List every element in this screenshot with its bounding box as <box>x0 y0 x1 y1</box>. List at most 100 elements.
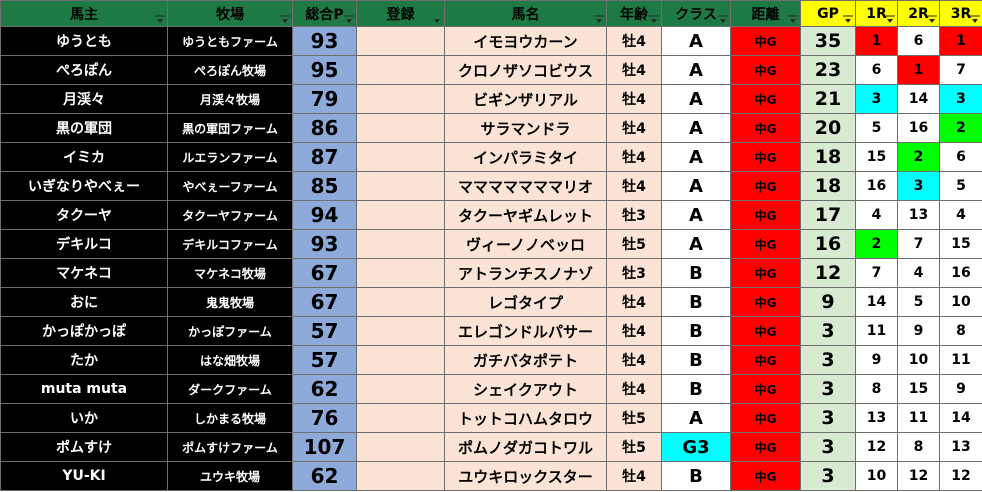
race1-rank-cell[interactable]: 16 <box>855 171 898 201</box>
horse-name-cell[interactable]: イモヨウカーン <box>444 26 607 56</box>
age-cell[interactable]: 牡4 <box>606 316 662 346</box>
total-points-cell[interactable]: 87 <box>292 142 357 172</box>
column-header-r2[interactable]: 2R <box>897 0 940 27</box>
horse-name-cell[interactable]: アトランチスノナゾ <box>444 258 607 288</box>
gp-cell[interactable]: 21 <box>800 84 856 114</box>
farm-cell[interactable]: 黒の軍団ファーム <box>167 113 293 143</box>
gp-cell[interactable]: 3 <box>800 316 856 346</box>
race1-rank-cell[interactable]: 4 <box>855 200 898 230</box>
race2-rank-cell[interactable]: 6 <box>897 26 940 56</box>
class-cell[interactable]: B <box>661 374 731 404</box>
age-cell[interactable]: 牡4 <box>606 55 662 85</box>
farm-cell[interactable]: 月渓々牧場 <box>167 84 293 114</box>
horse-name-cell[interactable]: シェイクアウト <box>444 374 607 404</box>
horse-name-cell[interactable]: エレゴンドルパサー <box>444 316 607 346</box>
class-cell[interactable]: B <box>661 287 731 317</box>
total-points-cell[interactable]: 93 <box>292 229 357 259</box>
age-cell[interactable]: 牡4 <box>606 374 662 404</box>
race1-rank-cell[interactable]: 11 <box>855 316 898 346</box>
farm-cell[interactable]: タクーヤファーム <box>167 200 293 230</box>
filter-dropdown-icon[interactable] <box>927 15 937 24</box>
horse-name-cell[interactable]: トットコハムタロウ <box>444 403 607 433</box>
filter-dropdown-icon[interactable] <box>843 15 853 24</box>
distance-cell[interactable]: 中G <box>730 287 801 317</box>
age-cell[interactable]: 牡4 <box>606 287 662 317</box>
horse-name-cell[interactable]: クロノザソコビウス <box>444 55 607 85</box>
race2-rank-cell[interactable]: 10 <box>897 345 940 375</box>
distance-cell[interactable]: 中G <box>730 142 801 172</box>
register-cell[interactable] <box>356 171 445 201</box>
distance-cell[interactable]: 中G <box>730 432 801 462</box>
owner-cell[interactable]: muta muta <box>0 374 168 404</box>
class-cell[interactable]: A <box>661 113 731 143</box>
total-points-cell[interactable]: 67 <box>292 258 357 288</box>
race3-rank-cell[interactable]: 9 <box>939 374 982 404</box>
race2-rank-cell[interactable]: 16 <box>897 113 940 143</box>
age-cell[interactable]: 牡4 <box>606 142 662 172</box>
race3-rank-cell[interactable]: 1 <box>939 26 982 56</box>
column-header-register[interactable]: 登録 <box>356 0 445 27</box>
column-header-class[interactable]: クラス <box>661 0 731 27</box>
column-header-age[interactable]: 年齢 <box>606 0 662 27</box>
filter-dropdown-icon[interactable] <box>280 15 290 24</box>
filter-dropdown-icon[interactable] <box>155 15 165 24</box>
class-cell[interactable]: A <box>661 403 731 433</box>
age-cell[interactable]: 牡4 <box>606 113 662 143</box>
gp-cell[interactable]: 17 <box>800 200 856 230</box>
total-points-cell[interactable]: 62 <box>292 374 357 404</box>
filter-dropdown-icon[interactable] <box>718 15 728 24</box>
race1-rank-cell[interactable]: 9 <box>855 345 898 375</box>
owner-cell[interactable]: ポムすけ <box>0 432 168 462</box>
race3-rank-cell[interactable]: 5 <box>939 171 982 201</box>
distance-cell[interactable]: 中G <box>730 461 801 491</box>
gp-cell[interactable]: 3 <box>800 403 856 433</box>
class-cell[interactable]: A <box>661 200 731 230</box>
race1-rank-cell[interactable]: 8 <box>855 374 898 404</box>
total-points-cell[interactable]: 62 <box>292 461 357 491</box>
column-header-distance[interactable]: 距離 <box>730 0 801 27</box>
race2-rank-cell[interactable]: 8 <box>897 432 940 462</box>
register-cell[interactable] <box>356 142 445 172</box>
race2-rank-cell[interactable]: 15 <box>897 374 940 404</box>
column-header-farm[interactable]: 牧場 <box>167 0 293 27</box>
horse-name-cell[interactable]: マママママママリオ <box>444 171 607 201</box>
distance-cell[interactable]: 中G <box>730 200 801 230</box>
age-cell[interactable]: 牡5 <box>606 432 662 462</box>
race3-rank-cell[interactable]: 10 <box>939 287 982 317</box>
horse-name-cell[interactable]: ヴィーノノベッロ <box>444 229 607 259</box>
age-cell[interactable]: 牡4 <box>606 26 662 56</box>
race1-rank-cell[interactable]: 1 <box>855 26 898 56</box>
farm-cell[interactable]: しかまる牧場 <box>167 403 293 433</box>
distance-cell[interactable]: 中G <box>730 26 801 56</box>
race1-rank-cell[interactable]: 7 <box>855 258 898 288</box>
total-points-cell[interactable]: 57 <box>292 316 357 346</box>
owner-cell[interactable]: たか <box>0 345 168 375</box>
class-cell[interactable]: A <box>661 55 731 85</box>
gp-cell[interactable]: 16 <box>800 229 856 259</box>
register-cell[interactable] <box>356 432 445 462</box>
horse-name-cell[interactable]: レゴタイプ <box>444 287 607 317</box>
filter-dropdown-icon[interactable] <box>970 15 980 24</box>
gp-cell[interactable]: 9 <box>800 287 856 317</box>
gp-cell[interactable]: 3 <box>800 345 856 375</box>
total-points-cell[interactable]: 94 <box>292 200 357 230</box>
farm-cell[interactable]: ダークファーム <box>167 374 293 404</box>
owner-cell[interactable]: YU-KI <box>0 461 168 491</box>
horse-name-cell[interactable]: インパラミタイ <box>444 142 607 172</box>
horse-name-cell[interactable]: ユウキロックスター <box>444 461 607 491</box>
register-cell[interactable] <box>356 229 445 259</box>
race3-rank-cell[interactable]: 7 <box>939 55 982 85</box>
owner-cell[interactable]: 黒の軍団 <box>0 113 168 143</box>
race3-rank-cell[interactable]: 4 <box>939 200 982 230</box>
race1-rank-cell[interactable]: 12 <box>855 432 898 462</box>
age-cell[interactable]: 牡4 <box>606 84 662 114</box>
farm-cell[interactable]: ユウキ牧場 <box>167 461 293 491</box>
register-cell[interactable] <box>356 200 445 230</box>
register-cell[interactable] <box>356 403 445 433</box>
farm-cell[interactable]: 鬼鬼牧場 <box>167 287 293 317</box>
farm-cell[interactable]: はな畑牧場 <box>167 345 293 375</box>
race1-rank-cell[interactable]: 10 <box>855 461 898 491</box>
race1-rank-cell[interactable]: 2 <box>855 229 898 259</box>
total-points-cell[interactable]: 86 <box>292 113 357 143</box>
gp-cell[interactable]: 20 <box>800 113 856 143</box>
